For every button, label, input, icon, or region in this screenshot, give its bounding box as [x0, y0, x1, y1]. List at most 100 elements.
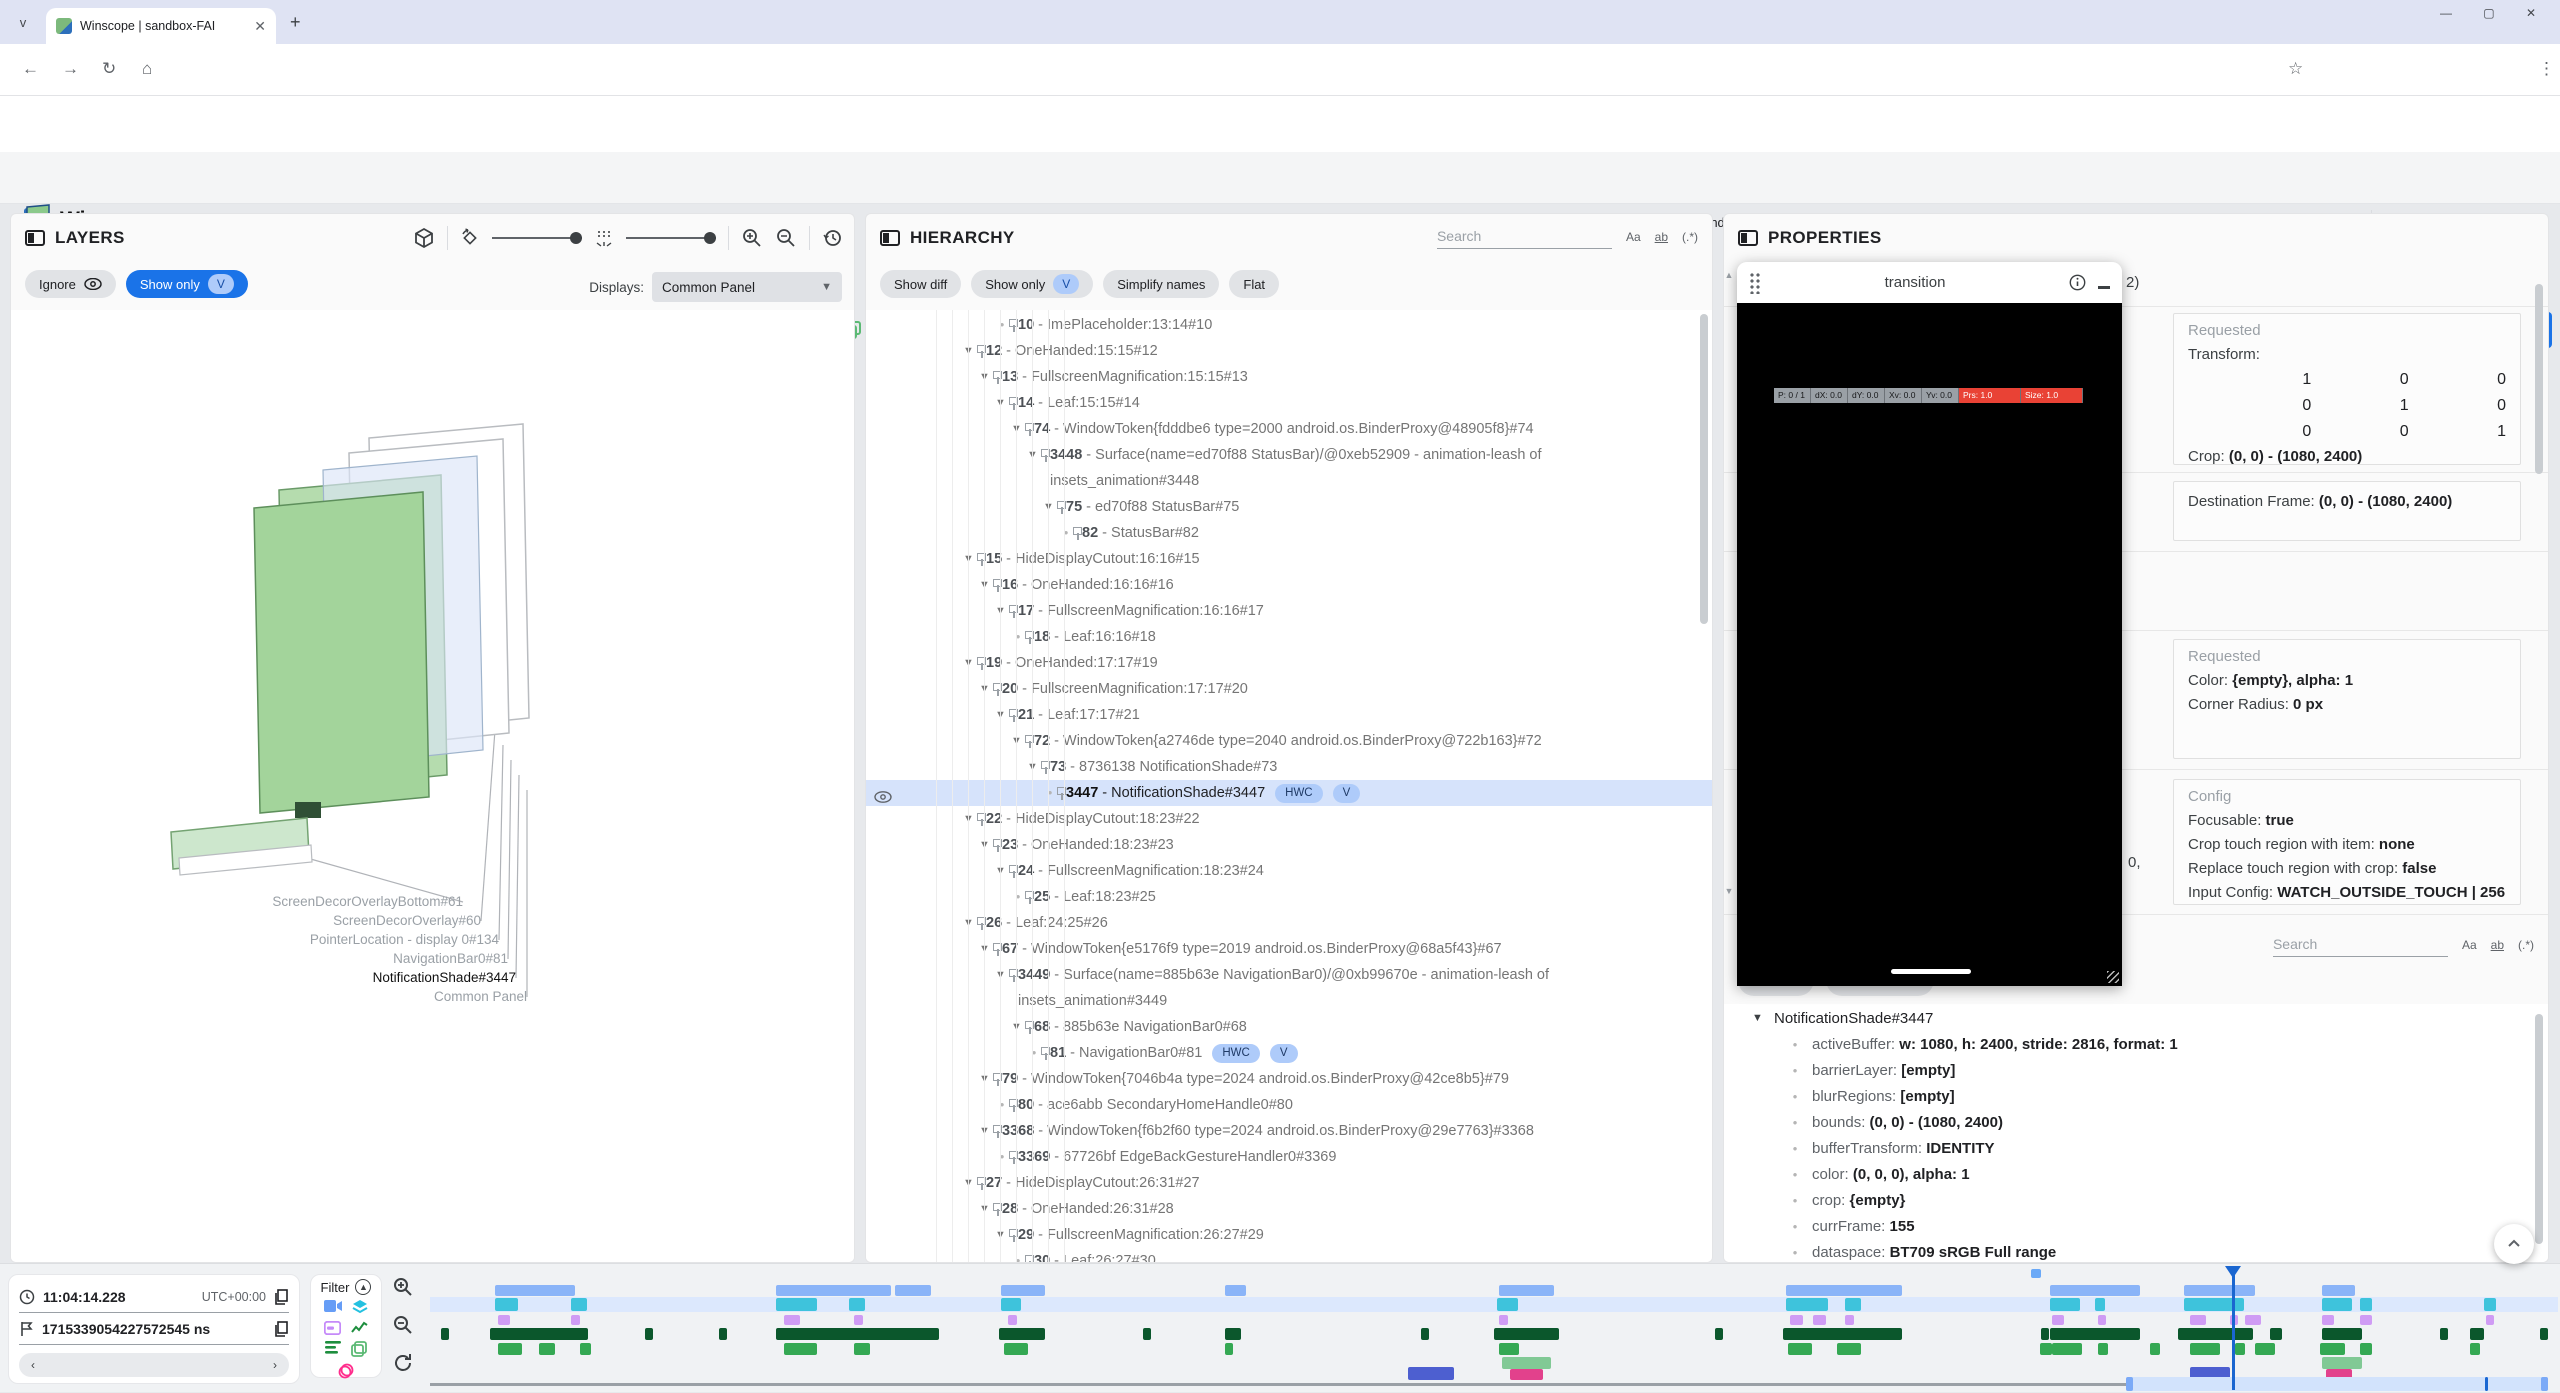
- forward-icon[interactable]: →: [62, 59, 79, 79]
- back-icon[interactable]: ←: [22, 59, 39, 79]
- timeline-segment[interactable]: [1225, 1328, 1241, 1340]
- tree-row[interactable]: ▼21 - Leaf:17:17#21: [866, 702, 1712, 728]
- timeline-segment[interactable]: [854, 1343, 870, 1355]
- timeline-segment[interactable]: [1497, 1298, 1518, 1311]
- pin-icon[interactable]: [1041, 761, 1050, 775]
- bookmark-star-icon[interactable]: ☆: [2288, 59, 2303, 79]
- browser-menu-icon[interactable]: ⋮: [2538, 59, 2555, 79]
- drag-handle-icon[interactable]: [1749, 272, 1761, 294]
- timeline-segment[interactable]: [2095, 1298, 2105, 1311]
- collapse-panel-icon[interactable]: [880, 230, 900, 246]
- tree-row[interactable]: •80 - ace6abb SecondaryHomeHandle0#80: [866, 1092, 1712, 1118]
- tree-row[interactable]: •18 - Leaf:16:16#18: [866, 624, 1712, 650]
- chevron-down-icon[interactable]: ▼: [963, 546, 977, 572]
- chevron-down-icon[interactable]: ▼: [995, 962, 1009, 988]
- match-case-icon[interactable]: Aa: [1626, 230, 1641, 244]
- chevron-down-icon[interactable]: ▼: [979, 1196, 993, 1222]
- timeline-segment[interactable]: [498, 1315, 510, 1325]
- property-item[interactable]: •blurRegions: [empty]: [1724, 1084, 2548, 1110]
- timeline-segment[interactable]: [1837, 1343, 1861, 1355]
- show-only-visible-chip[interactable]: Show only V: [126, 270, 248, 298]
- properties-scrollbar[interactable]: [2535, 284, 2543, 474]
- tree-row[interactable]: ▼24 - FullscreenMagnification:18:23#24: [866, 858, 1712, 884]
- tree-row[interactable]: ▼67 - WindowToken{e5176f9 type=2019 andr…: [866, 936, 1712, 962]
- show-diff-chip[interactable]: Show diff: [880, 270, 961, 298]
- tree-row[interactable]: ▼28 - OneHanded:26:31#28: [866, 1196, 1712, 1222]
- chevron-down-icon[interactable]: ▼: [1752, 1012, 1766, 1024]
- chevron-down-icon[interactable]: ▼: [995, 598, 1009, 624]
- collapse-panel-icon[interactable]: [25, 230, 45, 246]
- layer-label[interactable]: ScreenDecorOverlayBottom#61: [272, 894, 463, 909]
- timeline-segment[interactable]: [1001, 1298, 1021, 1311]
- timeline-segment[interactable]: [645, 1328, 653, 1340]
- chevron-down-icon[interactable]: ▼: [963, 338, 977, 364]
- layer-label[interactable]: Common Panel: [434, 989, 527, 1004]
- flat-chip[interactable]: Flat: [1229, 270, 1279, 298]
- chevron-down-icon[interactable]: ▼: [995, 390, 1009, 416]
- current-time[interactable]: 11:04:14.228: [43, 1289, 194, 1305]
- tree-row[interactable]: ▼23 - OneHanded:18:23#23: [866, 832, 1712, 858]
- chevron-down-icon[interactable]: ▼: [979, 364, 993, 390]
- timeline-segment[interactable]: [999, 1328, 1045, 1340]
- scroll-to-top-button[interactable]: [2494, 1224, 2534, 1264]
- timeline-segment[interactable]: [1225, 1285, 1246, 1296]
- timeline-segment[interactable]: [2178, 1328, 2253, 1340]
- tree-row[interactable]: •81 - NavigationBar0#81HWCV: [866, 1040, 1712, 1066]
- timeline-segment[interactable]: [2322, 1315, 2334, 1325]
- timeline-segment[interactable]: [1783, 1328, 1902, 1340]
- chevron-down-icon[interactable]: ▼: [1011, 1014, 1025, 1040]
- timeline-segment[interactable]: [1004, 1343, 1028, 1355]
- scroll-down-arrow[interactable]: ▼: [1724, 886, 1734, 896]
- property-tree-root[interactable]: ▼ NotificationShade#3447: [1724, 1004, 2548, 1032]
- collapse-filter-icon[interactable]: ▲: [355, 1279, 371, 1295]
- property-item[interactable]: •crop: {empty}: [1724, 1188, 2548, 1214]
- timeline-segment[interactable]: [2052, 1343, 2082, 1355]
- timeline-segment[interactable]: [1786, 1298, 1828, 1311]
- pin-icon[interactable]: [993, 371, 1002, 385]
- tree-row[interactable]: ▼16 - OneHanded:16:16#16: [866, 572, 1712, 598]
- search-input[interactable]: Search: [1437, 228, 1612, 249]
- show-only-visible-chip[interactable]: Show only V: [971, 270, 1093, 298]
- layer-label[interactable]: ScreenDecorOverlay#60: [333, 913, 481, 928]
- timeline-segment[interactable]: [784, 1315, 800, 1325]
- layers-3d-view[interactable]: ScreenDecorOverlayBottom#61 ScreenDecorOv…: [11, 310, 854, 1262]
- home-icon[interactable]: ⌂: [142, 59, 152, 79]
- chevron-down-icon[interactable]: ▼: [979, 1118, 993, 1144]
- timeline-segment[interactable]: [2098, 1315, 2106, 1325]
- hierarchy-scrollbar[interactable]: [1700, 314, 1708, 624]
- chevron-down-icon[interactable]: ▼: [1027, 754, 1041, 780]
- layer-label[interactable]: PointerLocation - display 0#134: [310, 932, 499, 947]
- prev-frame-icon[interactable]: ‹: [31, 1358, 35, 1372]
- tree-row[interactable]: ▼20 - FullscreenMagnification:17:17#20: [866, 676, 1712, 702]
- pin-icon[interactable]: [1009, 1099, 1018, 1113]
- zoom-in-icon[interactable]: [392, 1276, 414, 1298]
- timeline-segment[interactable]: [776, 1328, 939, 1340]
- timeline-segment[interactable]: [719, 1328, 727, 1340]
- property-item[interactable]: •barrierLayer: [empty]: [1724, 1058, 2548, 1084]
- tree-row[interactable]: •3447 - NotificationShade#3447HWCV: [866, 780, 1712, 806]
- human-time-row[interactable]: 11:04:14.228 UTC+00:00: [19, 1281, 289, 1313]
- timeline-segment[interactable]: [2322, 1285, 2355, 1296]
- window-manager-filter-icon[interactable]: [324, 1321, 341, 1335]
- timeline-segment[interactable]: [895, 1285, 931, 1296]
- tree-row[interactable]: ▼29 - FullscreenMagnification:26:27#29: [866, 1222, 1712, 1248]
- pin-icon[interactable]: [993, 1125, 1002, 1139]
- tree-row[interactable]: ▼13 - FullscreenMagnification:15:15#13: [866, 364, 1712, 390]
- new-tab-button[interactable]: +: [290, 12, 301, 33]
- tree-row[interactable]: ▼74 - WindowToken{fdddbe6 type=2000 andr…: [866, 416, 1712, 442]
- chevron-down-icon[interactable]: ▼: [979, 1066, 993, 1092]
- timeline-segment[interactable]: [2190, 1343, 2220, 1355]
- next-frame-icon[interactable]: ›: [273, 1358, 277, 1372]
- pin-icon[interactable]: [1009, 397, 1018, 411]
- timeline-segment[interactable]: [2098, 1343, 2108, 1355]
- property-item[interactable]: •bounds: (0, 0) - (1080, 2400): [1724, 1110, 2548, 1136]
- timeline-segment[interactable]: [2360, 1343, 2372, 1355]
- pin-icon[interactable]: [993, 1203, 1002, 1217]
- timeline-segment[interactable]: [1008, 1315, 1017, 1325]
- timeline-segment[interactable]: [776, 1298, 817, 1311]
- timeline-segment[interactable]: [2540, 1328, 2548, 1340]
- pin-icon[interactable]: [977, 917, 986, 931]
- timeline-segment[interactable]: [2050, 1285, 2140, 1296]
- match-case-icon[interactable]: Aa: [2462, 938, 2477, 952]
- chevron-down-icon[interactable]: ▼: [1027, 442, 1041, 468]
